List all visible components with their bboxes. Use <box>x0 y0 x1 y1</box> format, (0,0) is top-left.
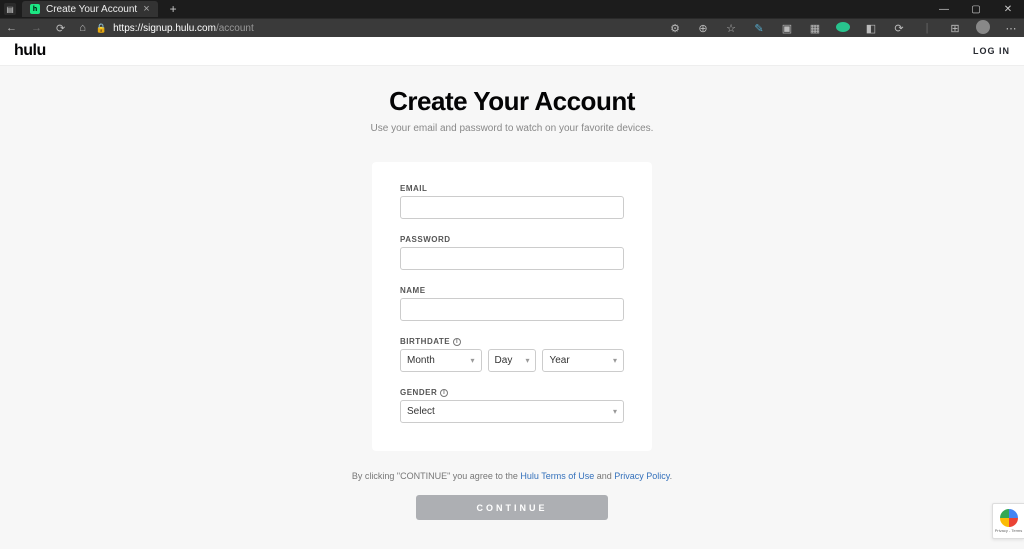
refresh2-icon[interactable]: ⟳ <box>892 22 906 35</box>
browser-titlebar: ▤ h Create Your Account × + — ▢ ✕ <box>0 0 1024 18</box>
gender-field-group: GENDER i Select▾ <box>400 388 624 423</box>
new-tab-button[interactable]: + <box>164 2 183 16</box>
url-host: https://signup.hulu.com <box>113 23 216 34</box>
info-icon[interactable]: i <box>440 389 448 397</box>
chevron-down-icon: ▾ <box>471 356 475 365</box>
minimize-button[interactable]: — <box>928 4 960 15</box>
favorites-icon[interactable]: ⊞ <box>948 22 962 35</box>
close-window-button[interactable]: ✕ <box>992 4 1024 15</box>
birthdate-label: BIRTHDATE i <box>400 337 624 346</box>
legal-text: By clicking "CONTINUE" you agree to the … <box>0 471 1024 481</box>
address-bar: ← → ⟳ ⌂ 🔒 https://signup.hulu.com/accoun… <box>0 18 1024 37</box>
window-controls: — ▢ ✕ <box>928 4 1024 15</box>
name-input[interactable] <box>400 298 624 321</box>
divider: | <box>920 22 934 34</box>
gender-label: GENDER i <box>400 388 624 397</box>
back-button[interactable]: ← <box>6 22 17 34</box>
day-select[interactable]: Day▾ <box>488 349 537 372</box>
login-link[interactable]: LOG IN <box>973 46 1010 56</box>
page-subtitle: Use your email and password to watch on … <box>0 123 1024 134</box>
month-select[interactable]: Month▾ <box>400 349 482 372</box>
name-label: NAME <box>400 286 624 295</box>
more-icon[interactable]: ⋯ <box>1004 22 1018 35</box>
hulu-logo[interactable]: hulu <box>14 42 46 60</box>
forward-button[interactable]: → <box>31 22 42 34</box>
gender-select[interactable]: Select▾ <box>400 400 624 423</box>
continue-button[interactable]: CONTINUE <box>416 495 608 520</box>
privacy-link[interactable]: Privacy Policy <box>614 471 669 481</box>
hulu-favicon-icon: h <box>30 4 40 14</box>
signup-form: EMAIL PASSWORD NAME BIRTHDATE i Month▾ D… <box>372 162 652 451</box>
chevron-down-icon: ▾ <box>613 356 617 365</box>
ext3-icon[interactable]: ◧ <box>864 22 878 35</box>
app-menu-icon[interactable]: ▤ <box>4 3 16 15</box>
birthdate-row: Month▾ Day▾ Year▾ <box>400 349 624 372</box>
browser-tab[interactable]: h Create Your Account × <box>22 1 158 17</box>
url-box[interactable]: 🔒 https://signup.hulu.com/account <box>96 23 254 34</box>
tab-title: Create Your Account <box>46 4 137 15</box>
lock-icon: 🔒 <box>96 23 107 34</box>
url-path: /account <box>216 23 254 34</box>
chevron-down-icon: ▾ <box>613 407 617 416</box>
maximize-button[interactable]: ▢ <box>960 4 992 15</box>
chevron-down-icon: ▾ <box>525 356 529 365</box>
email-input[interactable] <box>400 196 624 219</box>
home-button[interactable]: ⌂ <box>79 22 86 34</box>
headline-section: Create Your Account Use your email and p… <box>0 66 1024 134</box>
extension-icon[interactable]: ⚙ <box>668 22 682 35</box>
translate-icon[interactable]: ☆ <box>724 22 738 35</box>
email-field-group: EMAIL <box>400 184 624 219</box>
profile-avatar-icon[interactable] <box>976 20 990 37</box>
collections-icon[interactable]: ▣ <box>780 22 794 35</box>
nav-icons: ← → ⟳ ⌂ <box>6 22 86 35</box>
site-topbar: hulu LOG IN <box>0 37 1024 66</box>
terms-link[interactable]: Hulu Terms of Use <box>520 471 594 481</box>
tab-strip: ▤ h Create Your Account × + <box>0 0 183 18</box>
email-label: EMAIL <box>400 184 624 193</box>
password-label: PASSWORD <box>400 235 624 244</box>
ext2-icon[interactable]: ▦ <box>808 22 822 35</box>
password-input[interactable] <box>400 247 624 270</box>
page-content: hulu LOG IN Create Your Account Use your… <box>0 37 1024 549</box>
green-dot-icon[interactable] <box>836 22 850 35</box>
birthdate-field-group: BIRTHDATE i Month▾ Day▾ Year▾ <box>400 337 624 372</box>
close-tab-icon[interactable]: × <box>143 3 149 15</box>
toolbar-right-icons: ⚙ ⊕ ☆ ✎ ▣ ▦ ◧ ⟳ | ⊞ ⋯ <box>668 20 1018 37</box>
recaptcha-icon <box>1000 509 1018 527</box>
reload-button[interactable]: ⟳ <box>56 22 65 35</box>
page-title: Create Your Account <box>0 86 1024 117</box>
reader-icon[interactable]: ✎ <box>752 22 766 35</box>
name-field-group: NAME <box>400 286 624 321</box>
year-select[interactable]: Year▾ <box>542 349 624 372</box>
recaptcha-badge[interactable]: Privacy - Terms <box>992 503 1024 539</box>
info-icon[interactable]: i <box>453 338 461 346</box>
password-field-group: PASSWORD <box>400 235 624 270</box>
search-icon[interactable]: ⊕ <box>696 22 710 35</box>
